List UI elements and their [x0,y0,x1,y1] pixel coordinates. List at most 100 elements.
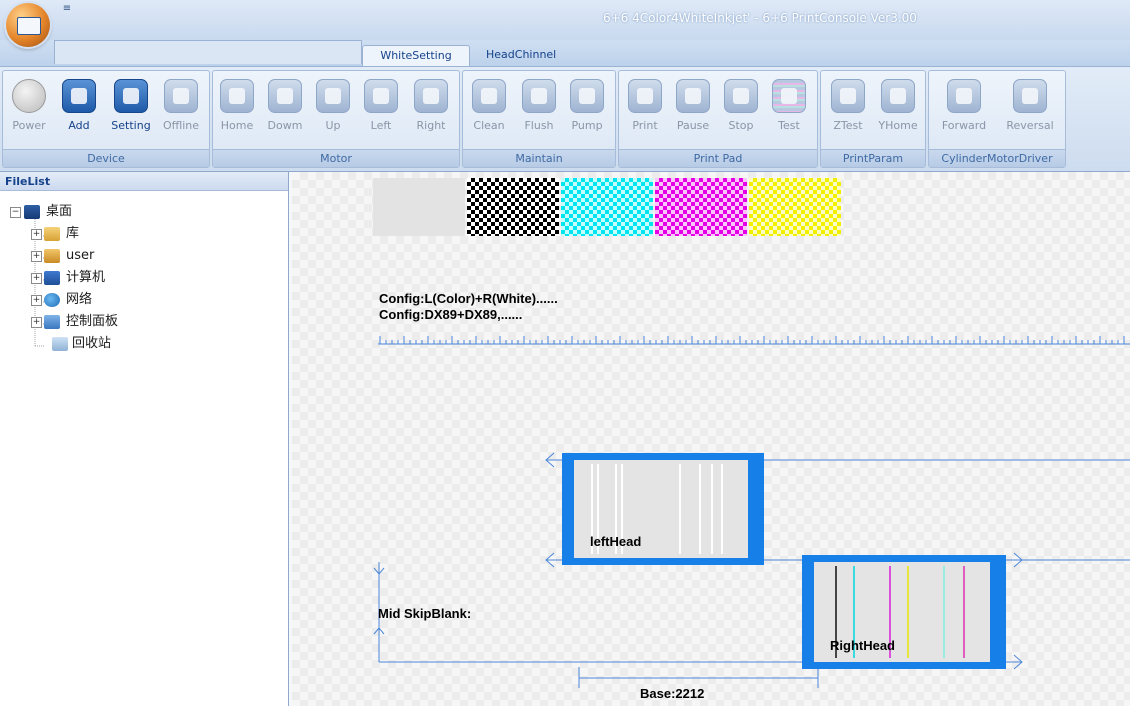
pause-label: Pause [676,119,710,132]
pump-icon [570,79,604,113]
arrow-right-icon [414,79,448,113]
test-pattern-icon [772,79,806,113]
yhome-icon [881,79,915,113]
user-folder-icon [44,249,60,263]
right-head-label: RightHead [830,638,895,653]
up-button[interactable]: Up [313,75,353,137]
left-button[interactable]: Left [361,75,401,137]
right-label: Right [416,119,446,132]
expand-icon[interactable]: + [31,273,42,284]
tree-item-label: 回收站 [72,336,112,351]
group-label-printparam: PrintParam [821,149,925,167]
power-label: Power [12,119,46,132]
network-icon [44,293,60,307]
down-label: Dowm [267,119,303,132]
group-label-maintain: Maintain [463,149,615,167]
tree-item-label: 控制面板 [66,314,119,329]
ribbon-group-print-pad: Print Pause Stop Test Print Pad [618,70,818,168]
ztest-button[interactable]: ZTest [825,75,871,137]
forward-button[interactable]: Forward [933,75,995,137]
library-icon [44,227,60,241]
quick-access-dropdown-icon[interactable]: ≡ [60,3,74,17]
flush-icon [522,79,556,113]
flush-label: Flush [524,119,554,132]
tree-item-label: 库 [66,226,80,241]
test-label: Test [778,119,800,132]
tree-item-label: 网络 [66,292,93,307]
reversal-label: Reversal [1006,119,1054,132]
group-label-print-pad: Print Pad [619,149,817,167]
setting-button[interactable]: Setting [107,75,155,137]
control-panel-icon [44,315,60,329]
ztest-label: ZTest [833,119,863,132]
file-list-pane: FileList − 桌面 + 库 + user + 计算机 + 网络 + 控制… [0,172,289,706]
pump-label: Pump [571,119,603,132]
ribbon-group-maintain: Clean Flush Pump Maintain [462,70,616,168]
flush-button[interactable]: Flush [517,75,561,137]
print-head-canvas[interactable]: Config:L(Color)+R(White)...... Config:DX… [292,172,1130,706]
tab-headchinnel[interactable]: HeadChinnel [486,45,572,65]
ribbon-group-motor: Home Dowm Up Left Right Motor [212,70,460,168]
pause-button[interactable]: Pause [671,75,715,137]
test-button[interactable]: Test [767,75,811,137]
forward-down-icon [947,79,981,113]
group-label-cylinder-motor-driver: CylinderMotorDriver [929,149,1065,167]
collapse-icon[interactable]: − [10,207,21,218]
expand-icon[interactable]: + [31,229,42,240]
recycle-bin-icon [52,337,68,351]
tree-item-label: 桌面 [46,204,73,219]
expand-icon[interactable]: + [31,295,42,306]
ztest-icon [831,79,865,113]
group-label-device: Device [3,149,209,167]
setting-label: Setting [111,119,151,132]
reversal-button[interactable]: Reversal [999,75,1061,137]
print-button[interactable]: Print [623,75,667,137]
ribbon-group-device: Power Add Setting Offline Device [2,70,210,168]
base-distance-label: Base:2212 [640,686,705,701]
right-button[interactable]: Right [409,75,453,137]
pump-button[interactable]: Pump [565,75,609,137]
up-label: Up [325,119,341,132]
clean-button[interactable]: Clean [467,75,511,137]
power-button[interactable]: Power [7,75,51,137]
offline-button[interactable]: Offline [157,75,205,137]
tab-whitesetting[interactable]: WhiteSetting [362,45,470,66]
pause-icon [676,79,710,113]
yhome-button[interactable]: YHome [875,75,921,137]
expand-icon[interactable]: + [31,251,42,262]
printer-icon [628,79,662,113]
usb-icon [164,79,198,113]
offline-label: Offline [162,119,200,132]
stop-icon [724,79,758,113]
mid-skip-blank-label: Mid SkipBlank: [378,606,472,621]
power-icon [12,79,46,113]
arrow-down-icon [268,79,302,113]
stop-button[interactable]: Stop [719,75,763,137]
expand-icon[interactable]: + [31,317,42,328]
home-button[interactable]: Home [217,75,257,137]
app-menu-button[interactable] [6,3,50,47]
left-label: Left [370,119,392,132]
stop-label: Stop [728,119,754,132]
tree-item-label: 计算机 [66,270,106,285]
folder-open-icon [62,79,96,113]
group-label-motor: Motor [213,149,459,167]
add-button[interactable]: Add [57,75,101,137]
desktop-icon [24,205,40,219]
quick-access-toolbar [54,40,362,64]
home-label: Home [220,119,254,132]
tree-item-label: user [66,248,95,263]
arrow-left-icon [364,79,398,113]
forward-label: Forward [941,119,987,132]
reversal-up-icon [1013,79,1047,113]
ribbon-group-printparam: ZTest YHome PrintParam [820,70,926,168]
down-button[interactable]: Dowm [265,75,305,137]
computer-icon [44,271,60,285]
file-list-header: FileList [0,172,288,191]
arrow-up-icon [316,79,350,113]
left-head-label: leftHead [590,534,642,549]
window-title: 6+6 4Color4WhiteInkjet' - 6+6 PrintConso… [603,11,917,25]
print-label: Print [632,119,658,132]
clean-icon [472,79,506,113]
home-icon [220,79,254,113]
